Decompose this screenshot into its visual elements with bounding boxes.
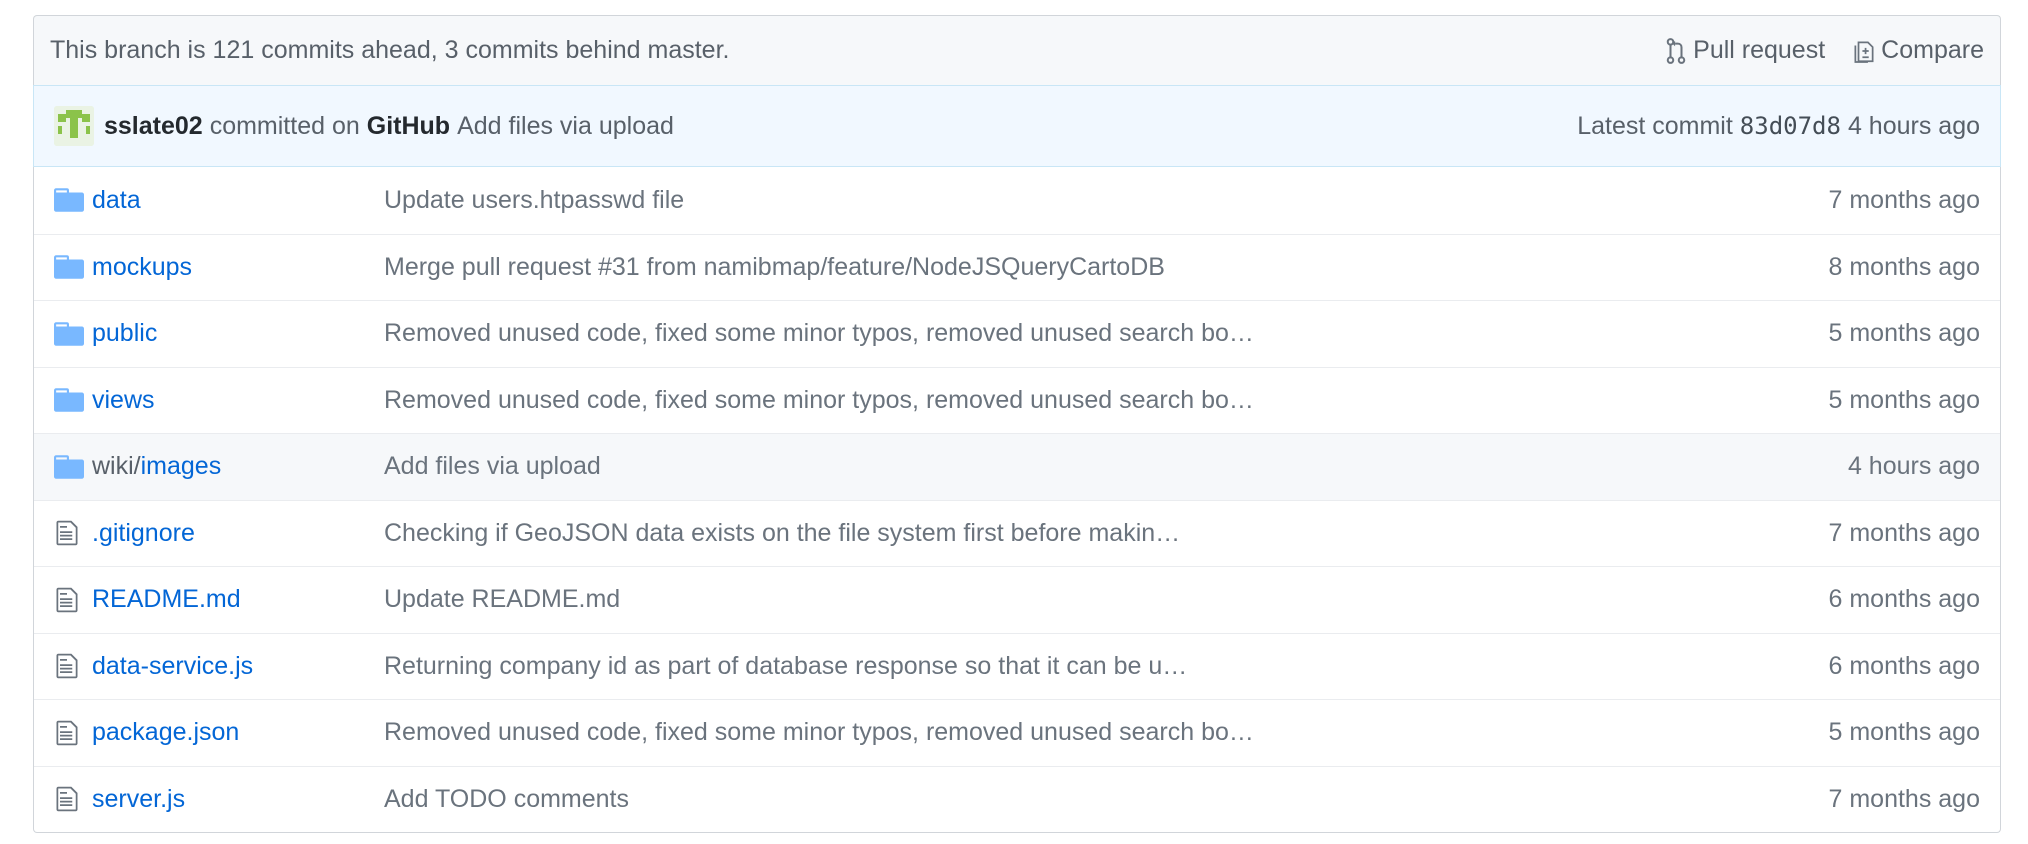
file-row-readme-md[interactable]: README.md Update README.md 6 months ago bbox=[34, 566, 2000, 633]
file-icon bbox=[54, 652, 86, 680]
file-commit-message-link[interactable]: Merge pull request #31 from namibmap/fea… bbox=[384, 253, 1829, 282]
commit-summary: sslate02 committed on GitHub Add files v… bbox=[54, 106, 674, 146]
folder-icon bbox=[54, 320, 86, 348]
branch-actions: Pull request Compare bbox=[1665, 36, 1984, 66]
file-icon bbox=[54, 785, 86, 813]
file-commit-message-link[interactable]: Returning company id as part of database… bbox=[384, 652, 1829, 681]
pull-request-button[interactable]: Pull request bbox=[1665, 36, 1825, 66]
file-icon bbox=[54, 586, 86, 614]
file-name-cell: public bbox=[92, 319, 384, 348]
file-name-link[interactable]: data-service.js bbox=[92, 652, 253, 680]
file-name-link[interactable]: public bbox=[92, 319, 157, 347]
file-row-gitignore[interactable]: .gitignore Checking if GeoJSON data exist… bbox=[34, 499, 2000, 567]
file-row-mockups[interactable]: mockups Merge pull request #31 from namib… bbox=[34, 233, 2000, 301]
file-name-cell: wiki/images bbox=[92, 452, 384, 481]
file-commit-age: 7 months ago bbox=[1828, 185, 1981, 214]
file-commit-message-link[interactable]: Removed unused code, fixed some minor ty… bbox=[384, 319, 1829, 348]
file-commit-age: 8 months ago bbox=[1828, 252, 1981, 281]
file-name-link[interactable]: images bbox=[141, 452, 222, 480]
commit-age: 4 hours ago bbox=[1847, 111, 1980, 140]
pull-request-label: Pull request bbox=[1693, 36, 1826, 64]
commit-meta: Latest commit 83d07d8 4 hours ago bbox=[1577, 112, 1980, 141]
file-name-cell: .gitignore bbox=[92, 519, 384, 548]
file-row-data[interactable]: data Update users.htpasswd file 7 months a… bbox=[34, 167, 2000, 234]
branch-status-text: This branch is 121 commits ahead, 3 comm… bbox=[50, 36, 730, 64]
file-row-public[interactable]: public Removed unused code, fixed some mi… bbox=[34, 300, 2000, 367]
file-name-cell: mockups bbox=[92, 253, 384, 282]
commit-author-link[interactable]: sslate02 bbox=[104, 112, 203, 141]
committer-platform: GitHub bbox=[366, 111, 451, 140]
file-commit-message-link[interactable]: Update users.htpasswd file bbox=[384, 186, 1829, 215]
repo-file-browser: This branch is 121 commits ahead, 3 comm… bbox=[33, 15, 2001, 833]
file-name-link[interactable]: mockups bbox=[92, 253, 192, 281]
file-row-package-json[interactable]: package.json Removed unused code, fixed s… bbox=[34, 699, 2000, 766]
file-commit-message-link[interactable]: Update README.md bbox=[384, 585, 1829, 614]
file-name-cell: server.js bbox=[92, 785, 384, 814]
file-name-cell: views bbox=[92, 386, 384, 415]
compare-button[interactable]: Compare bbox=[1853, 36, 1984, 66]
file-name-link[interactable]: server.js bbox=[92, 785, 185, 813]
file-commit-message-link[interactable]: Add TODO comments bbox=[384, 785, 1829, 814]
file-commit-age: 5 months ago bbox=[1828, 718, 1981, 747]
folder-icon bbox=[54, 386, 86, 414]
folder-icon bbox=[54, 186, 86, 214]
commit-message-link[interactable]: Add files via upload bbox=[457, 112, 674, 141]
git-pull-request-icon bbox=[1666, 37, 1686, 64]
file-name-link[interactable]: .gitignore bbox=[92, 519, 195, 547]
file-name-link[interactable]: views bbox=[92, 386, 155, 414]
file-row-views[interactable]: views Removed unused code, fixed some min… bbox=[34, 366, 2000, 434]
file-commit-age: 6 months ago bbox=[1828, 651, 1981, 680]
commit-sha-link[interactable]: 83d07d8 bbox=[1740, 112, 1841, 140]
file-name-cell: README.md bbox=[92, 585, 384, 614]
file-commit-message-link[interactable]: Removed unused code, fixed some minor ty… bbox=[384, 718, 1829, 747]
file-commit-age: 6 months ago bbox=[1828, 585, 1981, 614]
avatar[interactable] bbox=[54, 106, 94, 146]
file-commit-age: 7 months ago bbox=[1828, 784, 1981, 813]
file-commit-message-link[interactable]: Checking if GeoJSON data exists on the f… bbox=[384, 519, 1829, 548]
file-commit-age: 7 months ago bbox=[1828, 518, 1981, 547]
file-name-cell: data bbox=[92, 186, 384, 215]
file-row-data-service-js[interactable]: data-service.js Returning company id as p… bbox=[34, 632, 2000, 700]
folder-icon bbox=[54, 453, 86, 481]
path-prefix: wiki/ bbox=[92, 452, 141, 481]
folder-icon bbox=[54, 253, 86, 281]
file-commit-age: 5 months ago bbox=[1828, 385, 1981, 414]
file-row-server-js[interactable]: server.js Add TODO comments 7 months ago bbox=[34, 765, 2000, 833]
file-commit-age: 4 hours ago bbox=[1847, 452, 1980, 481]
file-list: data Update users.htpasswd file 7 months a… bbox=[33, 167, 2001, 833]
file-icon bbox=[54, 719, 86, 747]
diff-icon bbox=[1854, 40, 1874, 63]
committed-on-text: committed on bbox=[209, 111, 360, 140]
file-name-link[interactable]: data bbox=[92, 186, 141, 214]
file-name-link[interactable]: README.md bbox=[92, 585, 241, 613]
file-commit-age: 5 months ago bbox=[1828, 319, 1981, 348]
file-commit-message-link[interactable]: Add files via upload bbox=[384, 452, 1848, 481]
file-icon bbox=[54, 519, 86, 547]
branch-status-bar: This branch is 121 commits ahead, 3 comm… bbox=[33, 15, 2001, 85]
file-name-cell: package.json bbox=[92, 718, 384, 747]
file-name-cell: data-service.js bbox=[92, 652, 384, 681]
latest-commit-bar: sslate02 committed on GitHub Add files v… bbox=[33, 85, 2001, 167]
file-row-images[interactable]: wiki/images Add files via upload 4 hours a… bbox=[34, 433, 2000, 500]
latest-commit-label: Latest commit bbox=[1577, 111, 1733, 140]
compare-label: Compare bbox=[1881, 36, 1984, 64]
file-name-link[interactable]: package.json bbox=[92, 718, 239, 746]
file-commit-message-link[interactable]: Removed unused code, fixed some minor ty… bbox=[384, 386, 1829, 415]
